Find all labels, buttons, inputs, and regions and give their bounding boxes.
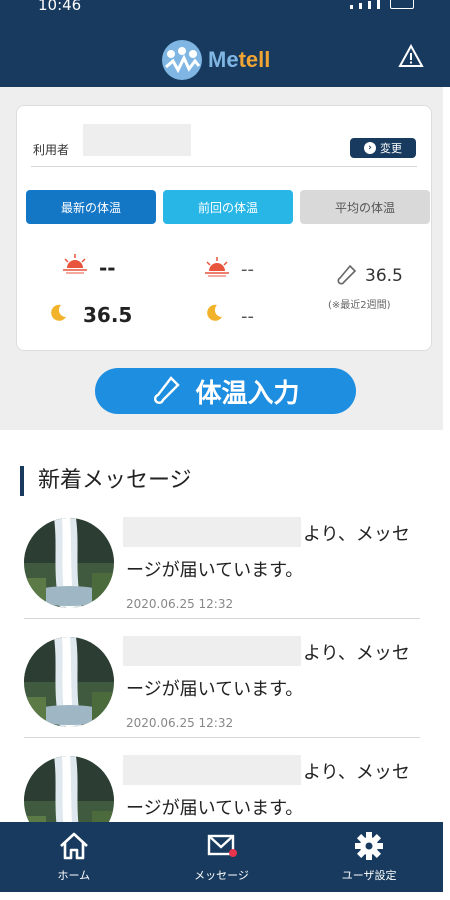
latest-night-temp: 36.5 <box>83 303 133 327</box>
change-button-label: 変更 <box>380 142 402 155</box>
home-icon <box>59 832 88 860</box>
sun-icon <box>203 256 231 282</box>
previous-night-temp: -- <box>241 306 254 327</box>
tab-latest-temperature[interactable]: 最新の体温 <box>26 190 156 224</box>
divider <box>24 618 420 619</box>
average-temp: 36.5 <box>365 266 403 286</box>
logo-mark-icon <box>162 40 202 80</box>
message-text: ージが届いています。 <box>126 560 304 581</box>
nav-settings-label: ユーザ設定 <box>341 869 397 882</box>
status-icons <box>350 0 414 9</box>
message-item[interactable]: より、メッセージが届いています。 2020.06.25 12:32 <box>0 517 450 636</box>
new-messages-heading: 新着メッセージ <box>20 466 192 496</box>
sender-name-redacted <box>123 517 301 547</box>
divider <box>24 737 420 738</box>
message-item[interactable]: より、メッセージが届いています。 2020.06.25 12:32 <box>0 636 450 755</box>
status-time: 10:46 <box>38 0 82 14</box>
moon-icon <box>203 302 225 328</box>
chevron-right-icon: › <box>364 142 376 154</box>
nav-home-label: ホーム <box>57 869 91 882</box>
message-text: ージが届いています。 <box>126 679 304 700</box>
message-date: 2020.06.25 12:32 <box>126 716 234 730</box>
average-period-note: (※最近2週間) <box>328 300 391 311</box>
logo-text-me: Me <box>208 47 239 72</box>
message-text: より、メッセ <box>303 524 410 545</box>
logo-text-tell: tell <box>238 47 271 72</box>
sender-name-redacted <box>123 636 301 666</box>
temperature-card: 利用者 › 変更 最新の体温 前回の体温 平均の体温 -- 36.5 -- --… <box>16 105 432 351</box>
sender-name-redacted <box>123 755 301 785</box>
gear-icon <box>355 832 384 860</box>
user-label: 利用者 <box>33 143 70 157</box>
sun-icon <box>61 253 89 279</box>
nav-home[interactable]: ホーム <box>0 822 148 892</box>
message-text: ージが届いています。 <box>126 798 304 819</box>
nav-message[interactable]: メッセージ <box>148 822 296 892</box>
warning-triangle-icon[interactable] <box>398 43 424 68</box>
thermometer-icon <box>154 376 181 405</box>
divider <box>31 166 417 167</box>
message-text: より、メッセ <box>303 643 410 664</box>
user-name-redacted <box>83 124 191 156</box>
tab-previous-temperature[interactable]: 前回の体温 <box>163 190 293 224</box>
avatar <box>24 637 114 727</box>
mail-icon <box>207 834 237 857</box>
temperature-input-label: 体温入力 <box>195 378 300 409</box>
message-text: より、メッセ <box>303 762 410 783</box>
tab-average-temperature[interactable]: 平均の体温 <box>300 190 430 224</box>
app-logo: Metell <box>162 40 270 80</box>
message-date: 2020.06.25 12:32 <box>126 597 234 611</box>
bottom-nav: ホーム メッセージ ユーザ設定 <box>0 822 443 892</box>
temperature-input-button[interactable]: 体温入力 <box>95 368 356 414</box>
app-header: 10:46 Metell <box>0 0 450 87</box>
nav-message-label: メッセージ <box>194 869 249 882</box>
latest-morning-temp: -- <box>99 256 116 280</box>
nav-settings[interactable]: ユーザ設定 <box>295 822 443 892</box>
moon-icon <box>47 302 69 328</box>
thermometer-icon <box>335 263 359 291</box>
avatar <box>24 518 114 608</box>
change-user-button[interactable]: › 変更 <box>350 138 416 158</box>
battery-icon <box>390 0 414 9</box>
previous-morning-temp: -- <box>241 259 254 280</box>
